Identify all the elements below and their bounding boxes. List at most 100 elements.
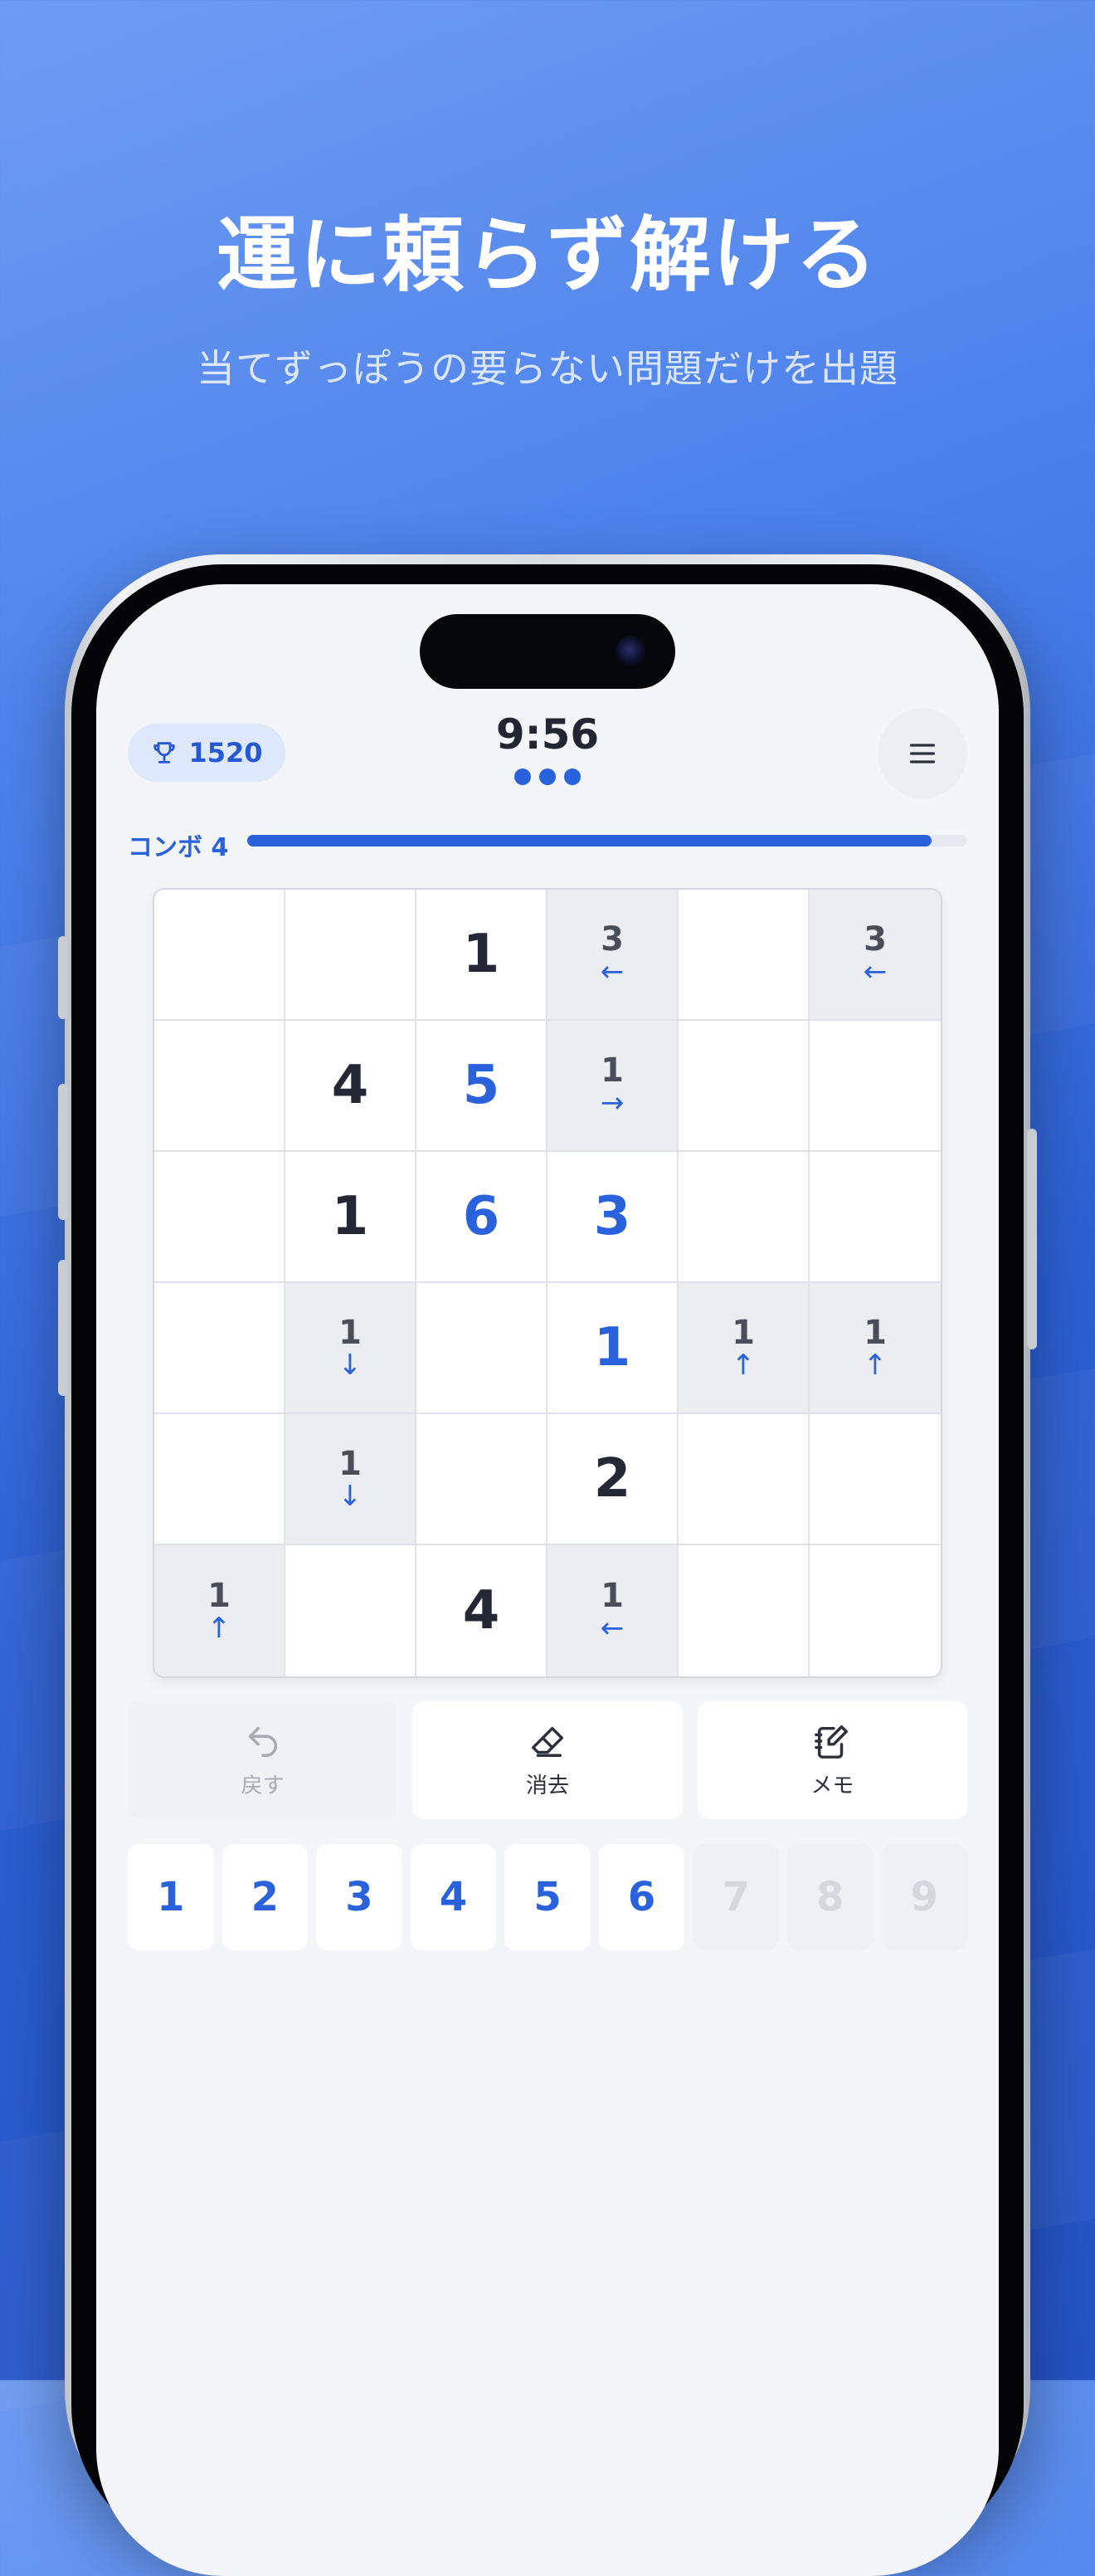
hint-content: 1 ↑ [864, 1316, 888, 1379]
hint-number: 1 [338, 1314, 362, 1352]
grid-cell[interactable] [154, 1414, 285, 1545]
hint-arrow-icon: ↑ [863, 1349, 888, 1382]
hint-cell: 1 ↓ [285, 1414, 416, 1545]
app-screen: 1520 9:56 コンボ 4 1 3 ← 3 ← 4 5 1 → 1 6 3 1 ↓ 1 1 ↑ 1 ↑ 1 ↓ 2 1 ↑… [96, 584, 999, 2576]
grid-cell[interactable]: 2 [548, 1414, 679, 1545]
grid-cell[interactable] [679, 1152, 810, 1283]
hint-cell: 3 ← [548, 890, 679, 1021]
grid-cell[interactable]: 6 [416, 1152, 548, 1283]
combo-label: コンボ 4 [128, 833, 229, 862]
grid-cell[interactable]: 4 [285, 1021, 416, 1152]
hint-cell: 1 ↑ [154, 1545, 285, 1676]
menu-button[interactable] [878, 709, 967, 798]
entered-number: 6 [462, 1186, 500, 1247]
hint-content: 3 ← [864, 923, 888, 986]
grid-cell[interactable]: 1 [285, 1152, 416, 1283]
number-key-3[interactable]: 3 [316, 1844, 402, 1950]
grid-cell[interactable]: 3 [548, 1152, 679, 1283]
progress-dot [539, 768, 556, 785]
grid-cell[interactable] [154, 1283, 285, 1414]
number-key-2[interactable]: 2 [221, 1844, 309, 1950]
entered-number: 3 [593, 1186, 631, 1247]
memo-label: メモ [810, 1773, 854, 1798]
hint-number: 3 [864, 920, 887, 959]
game-timer: 9:56 [495, 710, 600, 759]
given-number: 4 [331, 1055, 369, 1116]
hint-cell: 1 ↑ [810, 1283, 941, 1414]
hint-arrow-icon: ↓ [338, 1480, 363, 1513]
number-key-9[interactable]: 9 [881, 1844, 968, 1950]
grid-cell[interactable] [679, 890, 810, 1021]
given-number: 2 [593, 1448, 631, 1510]
number-key-6[interactable]: 6 [598, 1844, 685, 1950]
action-bar: 戻す 消去 メモ [128, 1701, 967, 1819]
combo-progress-bar [247, 835, 967, 846]
dynamic-island [420, 614, 675, 689]
grid-cell[interactable]: 1 [416, 890, 548, 1021]
grid-cell[interactable] [154, 1021, 285, 1152]
hint-arrow-icon: ↑ [731, 1349, 756, 1382]
hint-cell: 1 → [548, 1021, 679, 1152]
grid-cell[interactable] [810, 1545, 941, 1676]
number-key-1[interactable]: 1 [128, 1844, 214, 1950]
hint-cell: 1 ← [548, 1545, 679, 1676]
grid-cell[interactable]: 4 [416, 1545, 548, 1676]
progress-dot [564, 768, 581, 785]
hint-content: 1 ↓ [338, 1447, 363, 1510]
phone-volume-up-button [58, 1084, 68, 1220]
number-key-7[interactable]: 7 [693, 1844, 779, 1950]
grid-cell[interactable] [810, 1414, 941, 1545]
hint-arrow-icon: ← [600, 955, 625, 988]
hint-content: 1 → [601, 1054, 625, 1117]
promo-headline: 運に頼らず解ける [216, 208, 879, 303]
progress-dots [96, 768, 999, 785]
grid-cell[interactable] [679, 1545, 810, 1676]
hint-content: 3 ← [601, 923, 625, 986]
erase-button[interactable]: 消去 [412, 1701, 683, 1819]
grid-cell[interactable] [285, 890, 416, 1021]
grid-cell[interactable] [154, 890, 285, 1021]
number-key-8[interactable]: 8 [786, 1844, 874, 1950]
memo-button[interactable]: メモ [697, 1701, 967, 1819]
puzzle-grid: 1 3 ← 3 ← 4 5 1 → 1 6 3 1 ↓ 1 1 ↑ 1 ↑ 1 ↓ 2 1 ↑ 4 1 ← [153, 888, 942, 1678]
notebook-pencil-icon [815, 1725, 849, 1759]
entered-number: 5 [462, 1055, 500, 1116]
grid-cell[interactable] [416, 1283, 548, 1414]
given-number: 1 [331, 1186, 369, 1247]
hint-content: 1 ← [601, 1579, 625, 1642]
grid-cell[interactable] [416, 1414, 548, 1545]
grid-cell[interactable] [810, 1021, 941, 1152]
hint-number: 1 [601, 1577, 624, 1615]
hint-arrow-icon: → [600, 1086, 625, 1120]
front-camera-icon [616, 636, 647, 667]
grid-cell[interactable]: 5 [416, 1021, 548, 1152]
hint-number: 3 [601, 920, 624, 959]
hint-number: 1 [601, 1051, 624, 1090]
erase-label: 消去 [525, 1773, 569, 1798]
given-number: 1 [462, 924, 500, 985]
hint-arrow-icon: ↑ [207, 1612, 231, 1645]
phone-volume-down-button [58, 1260, 68, 1396]
phone-action-button [58, 936, 68, 1019]
grid-cell[interactable]: 1 [548, 1283, 679, 1414]
promo-subline: 当てずっぽうの要らない問題だけを出題 [197, 346, 898, 391]
grid-cell[interactable] [679, 1414, 810, 1545]
hint-number: 1 [732, 1314, 755, 1352]
hint-number: 1 [207, 1577, 231, 1615]
undo-arrow-icon [248, 1726, 277, 1757]
grid-cell[interactable] [285, 1545, 416, 1676]
hint-cell: 3 ← [810, 890, 941, 1021]
grid-cell[interactable] [679, 1021, 810, 1152]
grid-cell[interactable] [154, 1152, 285, 1283]
undo-button[interactable]: 戻す [128, 1701, 398, 1819]
hint-number: 1 [864, 1314, 887, 1352]
hint-arrow-icon: ← [600, 1612, 625, 1645]
entered-number: 1 [593, 1317, 631, 1378]
number-key-4[interactable]: 4 [410, 1844, 497, 1950]
grid-cell[interactable] [810, 1152, 941, 1283]
number-key-5[interactable]: 5 [504, 1844, 591, 1950]
progress-dot [514, 768, 531, 785]
given-number: 4 [462, 1580, 500, 1642]
hint-cell: 1 ↓ [285, 1283, 416, 1414]
hint-arrow-icon: ← [863, 955, 888, 988]
